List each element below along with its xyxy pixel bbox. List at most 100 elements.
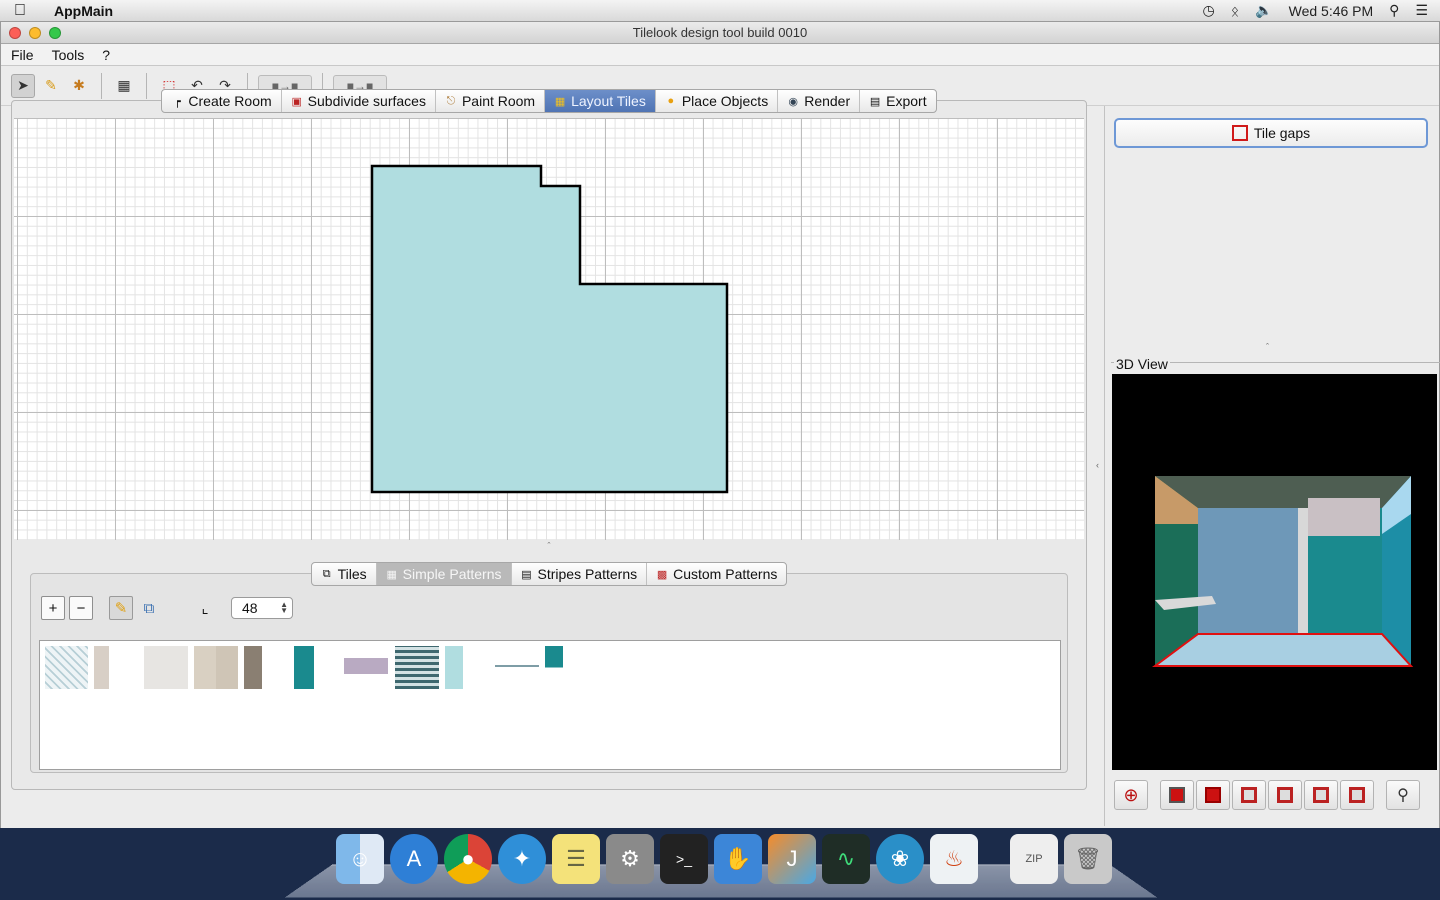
tab-stripes-patterns[interactable]: ▤ Stripes Patterns [512,563,648,585]
size-spinner[interactable]: 48 ▲ ▼ [231,597,293,619]
swatch-item[interactable] [194,646,238,689]
export-icon: ▤ [869,95,881,108]
tree-app-icon[interactable]: ❀ [876,834,924,884]
tab-export[interactable]: ▤ Export [860,90,935,112]
finder-icon[interactable]: ☺ [336,834,384,884]
vertical-splitter-handle[interactable]: ‹ [1096,460,1099,470]
app-store-icon[interactable]: A [390,834,438,884]
stripes-icon: ▤ [521,568,532,581]
view-front-icon[interactable] [1160,780,1194,810]
swatch-item[interactable] [445,646,463,689]
terminal-icon[interactable]: >_ [660,834,708,884]
floorplan-canvas[interactable] [14,118,1084,540]
size-value: 48 [242,600,258,616]
trash-icon[interactable]: 🗑 [1064,834,1112,884]
pattern-toolbar: + − ✎ ⧉ ⌞ 48 ▲ ▼ [41,596,293,620]
menu-help[interactable]: ? [100,47,120,63]
activity-monitor-icon[interactable]: ∿ [822,834,870,884]
tab-label: Stripes Patterns [537,566,638,582]
stickies-icon[interactable]: ☰ [552,834,600,884]
swatch-item[interactable] [94,646,109,689]
spinner-arrows-icon[interactable]: ▲ ▼ [280,601,288,615]
intellij-icon[interactable]: J [768,834,816,884]
time-machine-icon[interactable]: ◷ [1203,2,1215,19]
app-name[interactable]: AppMain [54,3,113,19]
tab-tiles[interactable]: ⧉ Tiles [312,563,377,585]
view-left-icon[interactable] [1232,780,1266,810]
swatch-item[interactable] [495,665,539,667]
swatch-item[interactable] [144,646,188,689]
subdivide-icon: ▣ [291,95,302,108]
grid-size-icon: ⌞ [201,600,209,617]
menu-file[interactable]: File [9,47,44,63]
mode-tabs: ┍ Create Room ▣ Subdivide surfaces ⎋ Paint … [12,89,1086,113]
tab-label: Layout Tiles [571,93,646,109]
camera-icon: ◉ [788,95,798,108]
view-3d-canvas[interactable] [1112,374,1437,770]
remove-icon[interactable]: − [69,596,93,620]
clock[interactable]: Wed 5:46 PM [1289,3,1374,19]
view-3d-toolbar: ⊕ ⚲ [1114,780,1420,810]
camera-target-icon[interactable]: ⊕ [1114,780,1148,810]
spotlight-icon[interactable]: ⚲ [1389,2,1399,19]
close-window-button[interactable] [9,27,21,39]
dock: ☺ A ● ✦ ☰ ⚙ >_ ✋ J ∿ ❀ ♨ ZIP 🗑 [284,834,1158,900]
tab-label: Export [886,93,927,109]
view-box-icon [1169,787,1185,803]
zoom-in-icon[interactable]: ⚲ [1386,780,1420,810]
tile-gaps-button[interactable]: Tile gaps [1114,118,1428,148]
horizontal-splitter-handle[interactable]: ˆ [12,541,1086,551]
view-back-icon[interactable] [1196,780,1230,810]
remote-control-icon[interactable]: ✋ [714,834,762,884]
swatch-item[interactable] [294,646,314,689]
paint-icon: ⎋ [446,94,456,107]
tab-render[interactable]: ◉ Render [778,90,861,112]
status-area: ◷ ᛟ 🔈 Wed 5:46 PM ⚲ ☰ [1203,2,1440,19]
add-icon[interactable]: + [41,596,65,620]
apple-icon[interactable]:  [0,2,40,20]
tab-create-room[interactable]: ┍ Create Room [162,90,282,112]
tab-simple-patterns[interactable]: ▦ Simple Patterns [376,563,512,585]
bluetooth-icon[interactable]: ᛟ [1231,3,1239,19]
view-right-icon[interactable] [1268,780,1302,810]
swatch-item[interactable] [344,658,388,674]
java-icon[interactable]: ♨ [930,834,978,884]
volume-icon[interactable]: 🔈 [1255,2,1272,19]
tab-subdivide-surfaces[interactable]: ▣ Subdivide surfaces [282,90,436,112]
tab-layout-tiles[interactable]: ▦ Layout Tiles [545,90,656,112]
view-bottom-icon[interactable] [1340,780,1374,810]
editor-pane: ┍ Create Room ▣ Subdivide surfaces ⎋ Paint … [11,89,1087,790]
tab-label: Place Objects [681,93,769,109]
swatch-item[interactable] [545,646,563,689]
archive-icon[interactable]: ZIP [1010,834,1058,884]
notification-center-icon[interactable]: ☰ [1415,2,1428,19]
tab-custom-patterns[interactable]: ▩ Custom Patterns [647,563,786,585]
system-preferences-icon[interactable]: ⚙ [606,834,654,884]
right-splitter-handle[interactable]: ˆ [1266,342,1269,352]
tile-gap-icon [1231,125,1248,141]
window-controls [9,27,61,39]
room-3d-render [1151,476,1414,667]
view-box-icon [1277,787,1293,803]
swatch-item[interactable] [395,646,439,689]
view-box-icon [1349,787,1365,803]
mode-tab-group: ┍ Create Room ▣ Subdivide surfaces ⎋ Paint … [161,89,937,113]
safari-icon[interactable]: ✦ [498,834,546,884]
room-shape[interactable] [370,164,729,494]
tiles-icon: ⧉ [322,567,331,580]
view-top-icon[interactable] [1304,780,1338,810]
pane-divider [1104,106,1105,826]
view-box-icon [1241,787,1257,803]
edit-pencil-icon[interactable]: ✎ [109,596,133,620]
swatch-item[interactable] [45,646,88,689]
zoom-window-button[interactable] [49,27,61,39]
minimize-window-button[interactable] [29,27,41,39]
swatch-item[interactable] [244,646,262,689]
tab-paint-room[interactable]: ⎋ Paint Room [436,90,546,112]
menu-tools[interactable]: Tools [50,47,95,63]
copy-icon[interactable]: ⧉ [137,596,161,620]
chrome-icon[interactable]: ● [444,834,492,884]
tab-place-objects[interactable]: ● Place Objects [656,90,779,112]
tab-label: Create Room [188,93,272,109]
